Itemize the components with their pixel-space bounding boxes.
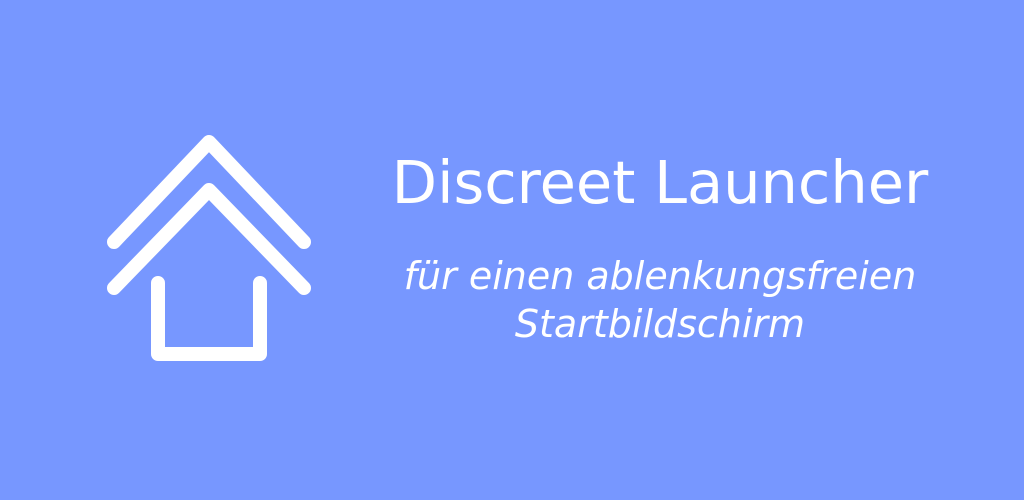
home-logo-graphic [107, 135, 311, 361]
app-title: Discreet Launcher [391, 148, 929, 217]
home-icon [100, 130, 320, 370]
house-body-line [151, 276, 267, 361]
promo-banner: Discreet Launcher für einen ablenkungsfr… [0, 0, 1024, 500]
subtitle-line-1: für einen ablenkungsfreien [403, 254, 917, 298]
subtitle-line-2: Startbildschirm [514, 302, 806, 346]
app-subtitle: für einen ablenkungsfreien Startbildschi… [340, 252, 980, 348]
